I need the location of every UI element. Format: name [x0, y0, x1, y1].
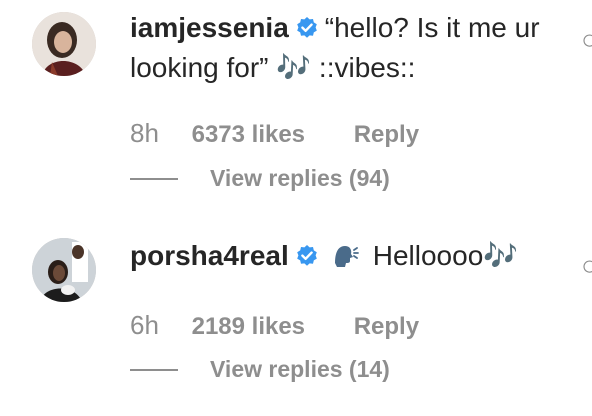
view-replies-row: View replies (94) [130, 165, 390, 192]
comment-meta: 6h 2189 likes Reply [130, 310, 419, 341]
username-link[interactable]: iamjessenia [130, 12, 289, 43]
replies-divider [130, 368, 178, 371]
view-replies-button[interactable]: View replies (94) [210, 165, 390, 191]
avatar[interactable] [32, 12, 96, 76]
avatar-image [32, 238, 96, 302]
username-link[interactable]: porsha4real [130, 240, 289, 271]
heart-outline-icon[interactable]: ○ [581, 24, 592, 56]
replies-divider [130, 177, 178, 180]
verified-badge-icon [296, 245, 317, 266]
speaking-head-icon [334, 246, 359, 267]
comment-meta: 8h 6373 likes Reply [130, 118, 419, 149]
view-replies-row: View replies (14) [130, 356, 390, 383]
view-replies-button[interactable]: View replies (14) [210, 356, 390, 382]
comment-text-block: iamjessenia “hello? Is it me ur looking f… [130, 8, 580, 88]
reply-button[interactable]: Reply [354, 313, 419, 341]
comment-body: Helloooo🎶 [372, 240, 519, 271]
comment-text-block: porsha4real Helloooo🎶 [130, 236, 570, 276]
likes-count[interactable]: 6373 likes [192, 121, 305, 149]
heart-outline-icon[interactable]: ○ [581, 250, 592, 282]
comment-timestamp[interactable]: 6h [130, 310, 159, 341]
comment-item: iamjessenia “hello? Is it me ur looking f… [0, 0, 592, 205]
avatar-image [32, 12, 96, 76]
verified-badge-icon [296, 17, 317, 38]
reply-button[interactable]: Reply [354, 121, 419, 149]
comment-timestamp[interactable]: 8h [130, 118, 159, 149]
avatar[interactable] [32, 238, 96, 302]
likes-count[interactable]: 2189 likes [192, 313, 305, 341]
